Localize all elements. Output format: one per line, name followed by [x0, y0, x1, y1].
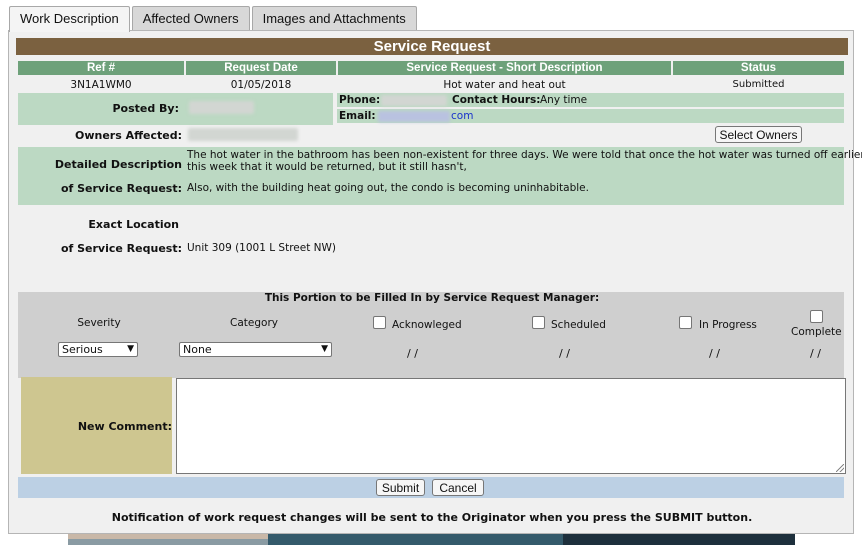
page-title: Service Request	[16, 38, 848, 55]
submit-bar	[18, 477, 844, 498]
scheduled-date: / /	[559, 347, 570, 360]
ref-value: 3N1A1WM0	[70, 79, 132, 91]
detailed-description-label-1: Detailed Description	[54, 158, 182, 171]
severity-label: Severity	[77, 317, 121, 329]
tab-images-attachments[interactable]: Images and Attachments	[251, 6, 417, 31]
exact-location-label-2: of Service Request:	[60, 242, 182, 255]
detailed-description-line-2: this week that it would be returned, but…	[187, 161, 467, 173]
posted-by-name-redacted	[189, 101, 254, 114]
header-ref: Ref #	[18, 61, 184, 75]
header-status: Status	[673, 61, 844, 75]
submit-button[interactable]: Submit	[376, 479, 425, 496]
new-comment-textarea[interactable]	[176, 378, 846, 474]
complete-label: Complete	[791, 326, 842, 338]
new-comment-label: New Comment:	[77, 420, 172, 433]
scheduled-checkbox[interactable]	[532, 316, 545, 329]
phone-redacted	[381, 95, 447, 106]
select-owners-button[interactable]: Select Owners	[715, 126, 802, 143]
acknowledged-checkbox[interactable]	[373, 316, 386, 329]
chevron-down-icon: ▼	[321, 344, 328, 354]
category-label: Category	[230, 317, 278, 329]
request-date-value: 01/05/2018	[230, 79, 292, 91]
in-progress-label: In Progress	[699, 319, 757, 331]
header-request-date: Request Date	[186, 61, 336, 75]
detailed-description-label-2: of Service Request:	[60, 182, 182, 195]
contact-hours-value: Any time	[540, 94, 588, 106]
complete-date: / /	[810, 347, 821, 360]
detailed-description-line-3: Also, with the building heat going out, …	[187, 182, 589, 194]
header-short-description: Service Request - Short Description	[338, 61, 671, 75]
severity-select-value: Serious	[62, 343, 103, 356]
contact-hours-label: Contact Hours:	[452, 94, 541, 106]
owners-affected-label: Owners Affected:	[74, 129, 182, 142]
severity-select[interactable]: Serious ▼	[58, 342, 138, 357]
exact-location-value: Unit 309 (1001 L Street NW)	[187, 242, 337, 254]
category-select-value: None	[183, 343, 212, 356]
posted-by-label: Posted By:	[112, 102, 179, 115]
background-image-strip	[68, 534, 795, 545]
status-value: Submitted	[732, 79, 785, 90]
category-select[interactable]: None ▼	[179, 342, 332, 357]
in-progress-checkbox[interactable]	[679, 316, 692, 329]
tab-work-description[interactable]: Work Description	[9, 6, 130, 32]
resize-grip-icon[interactable]	[836, 464, 844, 472]
exact-location-label-1: Exact Location	[88, 218, 179, 231]
complete-checkbox[interactable]	[810, 310, 823, 323]
acknowledged-label: Acknowleged	[392, 319, 462, 331]
short-description-value: Hot water and heat out	[443, 79, 566, 91]
tab-affected-owners[interactable]: Affected Owners	[131, 6, 250, 31]
service-request-panel: Service Request Ref # Request Date Servi…	[8, 30, 862, 534]
email-redacted	[378, 111, 450, 122]
acknowledged-date: / /	[407, 347, 418, 360]
tab-bar: Work Description Affected Owners Images …	[9, 6, 419, 32]
manager-heading: This Portion to be Filled In by Service …	[264, 292, 600, 304]
scheduled-label: Scheduled	[551, 319, 606, 331]
manager-section	[18, 292, 844, 378]
chevron-down-icon: ▼	[127, 344, 134, 354]
owners-affected-redacted	[188, 128, 298, 141]
email-label: Email:	[339, 110, 376, 122]
notification-note: Notification of work request changes wil…	[111, 511, 753, 524]
email-link[interactable]: com	[451, 110, 473, 122]
in-progress-date: / /	[709, 347, 720, 360]
cancel-button[interactable]: Cancel	[432, 479, 484, 496]
detailed-description-line-1: The hot water in the bathroom has been n…	[187, 149, 862, 161]
phone-label: Phone:	[339, 94, 381, 106]
